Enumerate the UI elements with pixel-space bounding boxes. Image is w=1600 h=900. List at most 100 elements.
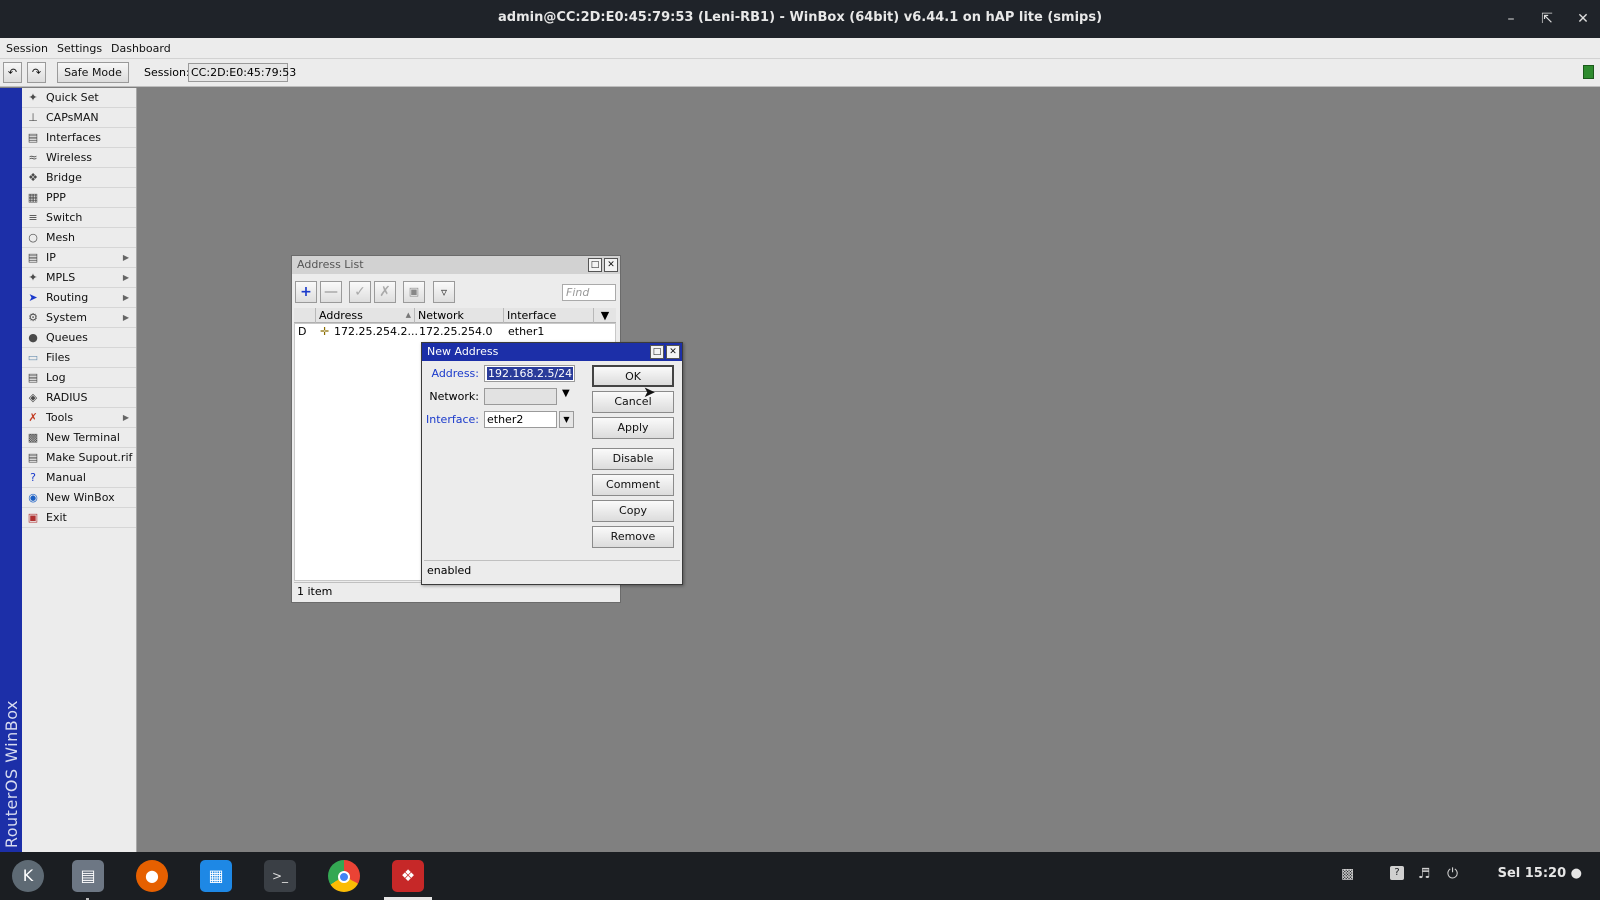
sidebar-item-interfaces[interactable]: ▤ Interfaces (22, 128, 136, 148)
restore-icon[interactable]: ⇱ (1536, 8, 1558, 30)
safe-mode-button[interactable]: Safe Mode (57, 62, 129, 83)
sidebar-item-new-winbox[interactable]: ◉ New WinBox (22, 488, 136, 508)
comment-button[interactable]: Comment (592, 474, 674, 496)
maximize-icon[interactable]: □ (588, 258, 602, 272)
clock[interactable]: Sel 15:20 ● (1498, 866, 1582, 881)
sidebar-item-label: Routing (46, 291, 89, 304)
sidebar-item-bridge[interactable]: ❖ Bridge (22, 168, 136, 188)
sidebar-item-ip[interactable]: ▤ IP ▶ (22, 248, 136, 268)
minus-icon[interactable]: — (320, 281, 342, 303)
undo-icon[interactable]: ↶ (3, 62, 22, 83)
column-header-network[interactable]: Network (415, 308, 504, 323)
wand-icon: ✦ (28, 91, 38, 104)
column-header-interface[interactable]: Interface (504, 308, 594, 323)
copy-button[interactable]: Copy (592, 500, 674, 522)
column-header-address[interactable]: Address ▲ (316, 308, 415, 323)
menu-settings[interactable]: Settings (57, 42, 102, 55)
remove-button[interactable]: Remove (592, 526, 674, 548)
dialog-title: New Address (427, 345, 499, 358)
brand-text: RouterOS WinBox (2, 699, 21, 848)
sidebar-item-mesh[interactable]: ○ Mesh (22, 228, 136, 248)
new-address-titlebar[interactable]: New Address □ ✕ (422, 343, 682, 361)
check-icon[interactable]: ✓ (349, 281, 371, 303)
disable-button[interactable]: Disable (592, 448, 674, 470)
maximize-icon[interactable]: □ (650, 345, 664, 359)
sidebar-item-label: Interfaces (46, 131, 101, 144)
menu-dashboard[interactable]: Dashboard (111, 42, 171, 55)
menu-session[interactable]: Session (6, 42, 48, 55)
sidebar-item-quick-set[interactable]: ✦ Quick Set (22, 88, 136, 108)
network-field[interactable] (484, 388, 557, 405)
ip-icon: ▤ (27, 251, 39, 264)
sidebar-item-label: New Terminal (46, 431, 120, 444)
address-field[interactable]: 192.168.2.5/24 (484, 365, 575, 382)
sidebar-item-system[interactable]: ⚙ System ▶ (22, 308, 136, 328)
antenna-icon: ⊥ (28, 111, 38, 124)
session-field[interactable]: CC:2D:E0:45:79:53 (188, 63, 296, 82)
sidebar-item-mpls[interactable]: ✦ MPLS ▶ (22, 268, 136, 288)
sidebar-item-label: CAPsMAN (46, 111, 99, 124)
brand-strip: RouterOS WinBox (0, 88, 22, 852)
column-menu-icon[interactable]: ▼ (594, 308, 616, 323)
winbox-icon[interactable]: ❖ (392, 860, 424, 892)
routing-icon: ➤ (28, 291, 38, 304)
chrome-icon[interactable] (328, 860, 360, 892)
volume-icon[interactable]: ♬ (1418, 866, 1431, 882)
terminal-icon[interactable]: >_ (264, 860, 296, 892)
plus-icon[interactable]: + (295, 281, 317, 303)
sidebar-item-new-terminal[interactable]: ▩ New Terminal (22, 428, 136, 448)
sidebar-item-label: Make Supout.rif (46, 451, 133, 464)
sidebar-item-files[interactable]: ▭ Files (22, 348, 136, 368)
table-header: Address ▲ Network Interface ▼ (294, 308, 616, 323)
cancel-button[interactable]: Cancel (592, 391, 674, 413)
chevron-down-icon[interactable]: ▼ (562, 388, 570, 399)
close-icon[interactable]: ✕ (1572, 8, 1594, 30)
firefox-icon[interactable]: ● (136, 860, 168, 892)
session-label: Session: (144, 66, 190, 79)
apply-button[interactable]: Apply (592, 417, 674, 439)
network-label: Network: (429, 390, 479, 403)
sidebar-item-label: Mesh (46, 231, 75, 244)
submenu-arrow-icon: ▶ (122, 273, 129, 282)
sidebar-item-capsman[interactable]: ⊥ CAPsMAN (22, 108, 136, 128)
help-icon[interactable]: ? (1390, 866, 1404, 880)
sidebar-item-manual[interactable]: ? Manual (22, 468, 136, 488)
sidebar-item-label: Exit (46, 511, 67, 524)
sidebar-item-exit[interactable]: ▣ Exit (22, 508, 136, 528)
help-icon: ? (30, 471, 36, 484)
flag-column-header[interactable] (294, 308, 316, 323)
sidebar-item-queues[interactable]: ● Queues (22, 328, 136, 348)
table-row[interactable]: D ✛ 172.25.254.2... 172.25.254.0 ether1 (295, 324, 615, 339)
switch-icon: ≡ (28, 211, 38, 224)
ok-button[interactable]: OK (592, 365, 674, 387)
radius-icon: ◈ (28, 391, 38, 404)
chevron-down-icon[interactable]: ▼ (559, 411, 574, 428)
sidebar-item-ppp[interactable]: ▦ PPP (22, 188, 136, 208)
search-input[interactable]: Find (562, 284, 616, 301)
cross-icon[interactable]: ✗ (374, 281, 396, 303)
sidebar-item-tools[interactable]: ✗ Tools ▶ (22, 408, 136, 428)
close-icon[interactable]: ✕ (666, 345, 680, 359)
window-titlebar: admin@CC:2D:E0:45:79:53 (Leni-RB1) - Win… (0, 0, 1600, 38)
sidebar-item-routing[interactable]: ➤ Routing ▶ (22, 288, 136, 308)
camera-icon[interactable]: ▩ (1341, 866, 1354, 882)
sidebar-item-switch[interactable]: ≡ Switch (22, 208, 136, 228)
sidebar-item-make-supout-rif[interactable]: ▤ Make Supout.rif (22, 448, 136, 468)
filter-icon[interactable]: ▿ (433, 281, 455, 303)
files-icon[interactable]: ▤ (72, 860, 104, 892)
sidebar-item-log[interactable]: ▤ Log (22, 368, 136, 388)
sidebar-item-label: IP (46, 251, 56, 264)
comment-icon[interactable]: ▣ (403, 281, 425, 303)
store-icon[interactable]: ▦ (200, 860, 232, 892)
interface-select[interactable]: ether2 (484, 411, 557, 428)
sidebar-item-radius[interactable]: ◈ RADIUS (22, 388, 136, 408)
address-list-titlebar[interactable]: Address List □ ✕ (292, 256, 620, 274)
interface-label: Interface: (426, 413, 479, 426)
power-icon[interactable]: ⏻ (1447, 866, 1458, 882)
launcher-icon[interactable]: K (12, 860, 44, 892)
minimize-icon[interactable]: – (1500, 8, 1522, 30)
close-icon[interactable]: ✕ (604, 258, 618, 272)
redo-icon[interactable]: ↷ (27, 62, 46, 83)
sidebar-item-label: Bridge (46, 171, 82, 184)
sidebar-item-wireless[interactable]: ≈ Wireless (22, 148, 136, 168)
